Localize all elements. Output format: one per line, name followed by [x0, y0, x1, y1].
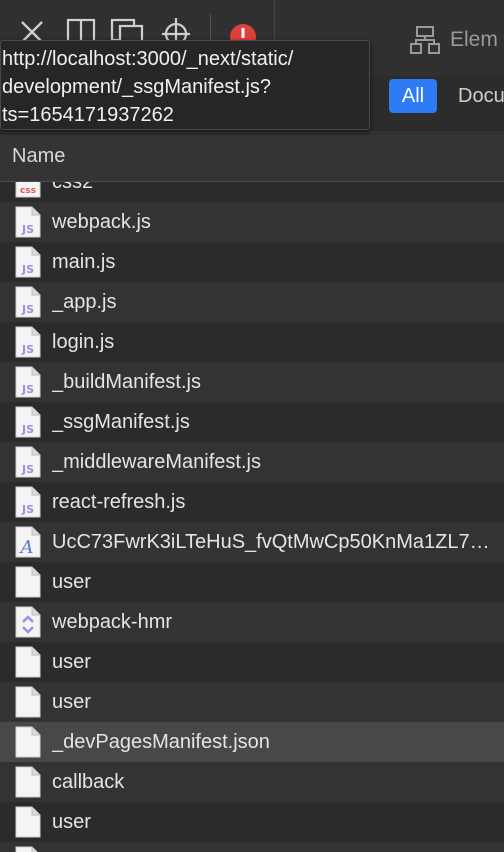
resource-row[interactable]: css css2 [0, 182, 504, 202]
resource-row[interactable]: JS _app.js [0, 282, 504, 322]
js-file-icon: JS [15, 246, 41, 278]
resource-name: webpack-hmr [52, 610, 173, 633]
resource-row[interactable]: JS webpack.js [0, 202, 504, 242]
resource-name: css2 [52, 182, 492, 194]
svg-text:JS: JS [21, 343, 34, 356]
resource-name: _app.js [52, 290, 117, 313]
resource-row[interactable]: JS _buildManifest.js [0, 362, 504, 402]
websocket-icon [15, 606, 41, 638]
resource-row[interactable]: user [0, 802, 504, 842]
resource-name: react-refresh.js [52, 490, 186, 513]
svg-text:JS: JS [21, 383, 34, 396]
js-file-icon: JS [15, 446, 41, 478]
tooltip-line: http://localhost:3000/_next/static/ [2, 48, 294, 70]
document-icon [15, 846, 38, 852]
resource-list: css css2 JS webpack.js JS main.js JS _app.js JS l… [0, 182, 504, 852]
svg-text:JS: JS [21, 423, 34, 436]
resource-name: main.js [52, 250, 116, 273]
resource-row[interactable] [0, 842, 504, 852]
resource-name: _buildManifest.js [52, 370, 201, 393]
resource-name: user [52, 570, 91, 593]
js-file-icon: JS [15, 206, 41, 238]
resource-name: _middlewareManifest.js [52, 450, 261, 473]
resource-row[interactable]: A UcC73FwrK3iLTeHuS_fvQtMwCp50KnMa1ZL7W0Q… [0, 522, 504, 562]
svg-text:A: A [19, 537, 34, 558]
document-icon [15, 806, 41, 838]
resource-row[interactable]: user [0, 682, 504, 722]
resource-row[interactable]: JS login.js [0, 322, 504, 362]
document-icon [15, 646, 41, 678]
column-header-label: Name [12, 145, 66, 167]
js-file-icon: JS [15, 406, 41, 438]
resource-name: _devPagesManifest.json [52, 730, 270, 753]
resource-row[interactable]: user [0, 562, 504, 602]
column-header-name[interactable]: Name [0, 134, 504, 182]
resource-row[interactable]: callback [0, 762, 504, 802]
js-file-icon: JS [15, 486, 41, 518]
js-file-icon: JS [15, 286, 41, 318]
resource-name: user [52, 810, 91, 833]
svg-text:JS: JS [21, 503, 34, 516]
tab-elements[interactable]: Elem [410, 26, 498, 54]
resource-name: UcC73FwrK3iLTeHuS_fvQtMwCp50KnMa1ZL7W0Q5… [52, 530, 492, 553]
resource-row[interactable]: webpack-hmr [0, 602, 504, 642]
svg-text:css: css [20, 186, 36, 196]
resource-row[interactable]: JS main.js [0, 242, 504, 282]
resource-row[interactable]: JS react-refresh.js [0, 482, 504, 522]
resource-name: user [52, 650, 91, 673]
filter-documents-button[interactable]: Docu [458, 79, 504, 113]
svg-text:JS: JS [21, 303, 34, 316]
resource-row[interactable]: _devPagesManifest.json [0, 722, 504, 762]
js-file-icon: JS [15, 326, 41, 358]
resource-row[interactable]: JS _ssgManifest.js [0, 402, 504, 442]
document-icon [15, 726, 41, 758]
resource-name: callback [52, 770, 125, 793]
svg-text:JS: JS [21, 263, 34, 276]
resource-name: login.js [52, 330, 115, 353]
tooltip-line: ts=1654171937262 [2, 104, 174, 126]
tab-elements-label: Elem [450, 28, 498, 51]
resource-row[interactable]: JS _middlewareManifest.js [0, 442, 504, 482]
tooltip-line: development/_ssgManifest.js? [2, 76, 272, 98]
document-icon [15, 766, 41, 798]
font-file-icon: A [15, 526, 41, 558]
svg-text:JS: JS [21, 223, 34, 236]
svg-text:JS: JS [21, 463, 34, 476]
resource-row[interactable]: user [0, 642, 504, 682]
resource-name: webpack.js [52, 210, 151, 233]
url-tooltip: http://localhost:3000/_next/static/ deve… [0, 40, 370, 130]
resource-name: _ssgManifest.js [52, 410, 190, 433]
filter-all-button[interactable]: All [389, 79, 437, 113]
elements-icon [410, 26, 440, 54]
document-icon [15, 686, 41, 718]
resource-name: user [52, 690, 91, 713]
css-file-icon: css [15, 182, 41, 198]
document-icon [15, 566, 41, 598]
js-file-icon: JS [15, 366, 41, 398]
